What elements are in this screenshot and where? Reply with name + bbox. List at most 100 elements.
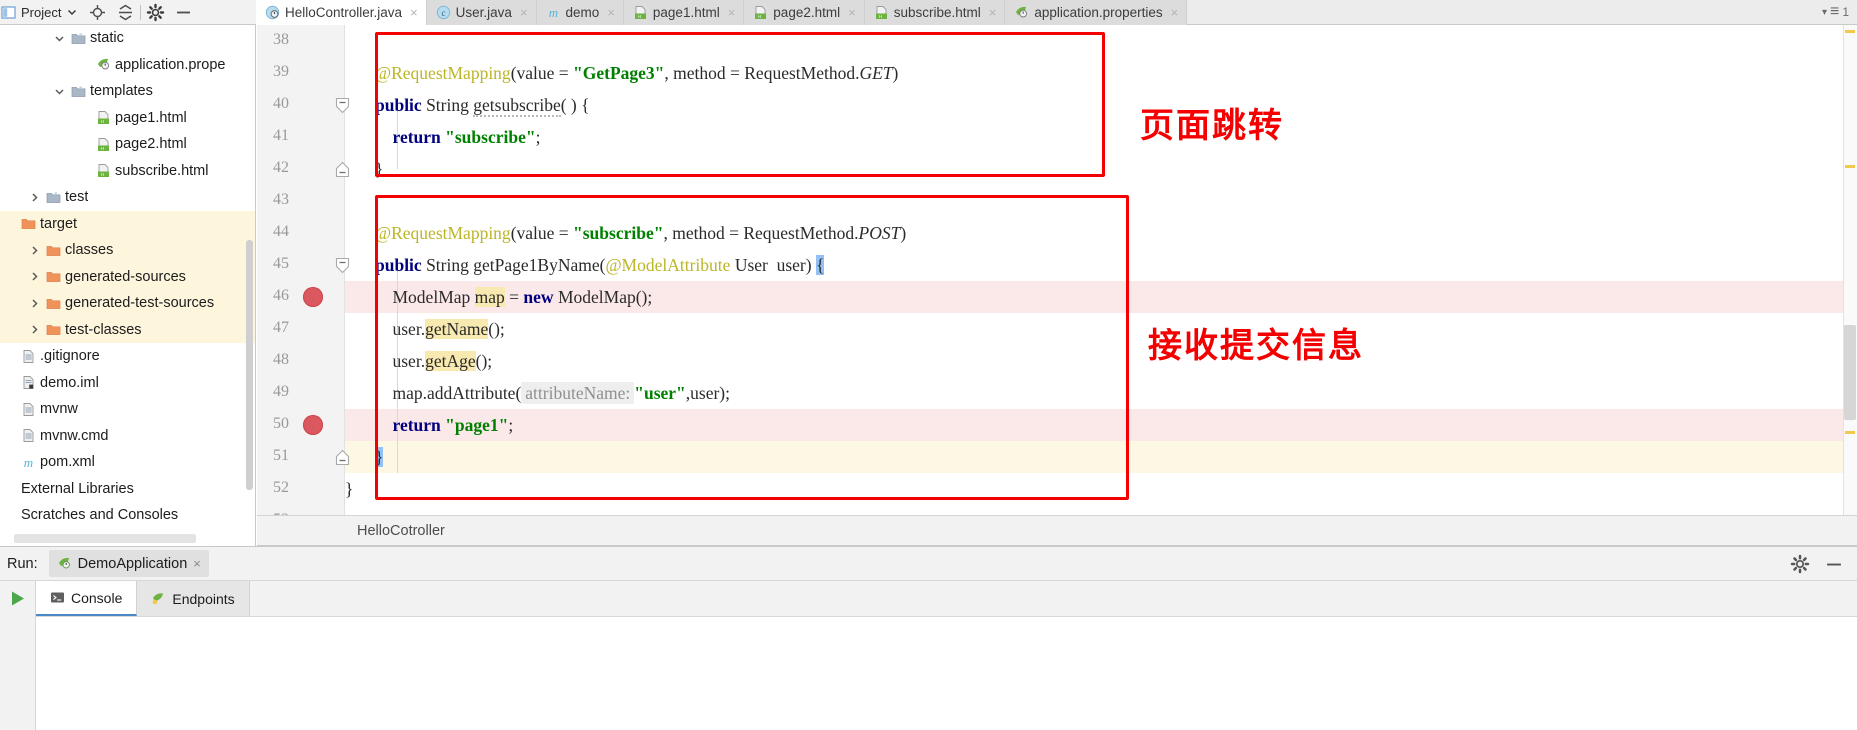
gutter-row-39[interactable]: 39 bbox=[257, 57, 345, 89]
line-number: 48 bbox=[273, 351, 289, 368]
code-line-49: map.addAttribute(attributeName: "user",us… bbox=[392, 382, 730, 404]
chevron-down-icon[interactable] bbox=[54, 33, 67, 44]
tree-horizontal-scrollbar[interactable] bbox=[14, 534, 196, 543]
close-icon[interactable]: × bbox=[410, 5, 418, 20]
editor-tab-application-properties[interactable]: application.properties × bbox=[1005, 0, 1188, 25]
tree-item-scratches-and-consoles[interactable]: Scratches and Consoles bbox=[0, 502, 255, 529]
editor-tab-user[interactable]: c User.java × bbox=[426, 0, 537, 25]
tree-item-demo-iml[interactable]: demo.iml bbox=[0, 370, 255, 397]
gutter-row-47[interactable]: 47 bbox=[257, 313, 345, 345]
chevron-down-icon[interactable] bbox=[54, 86, 67, 97]
run-tab-endpoints[interactable]: Endpoints bbox=[137, 581, 250, 616]
breakpoint-marker[interactable] bbox=[303, 415, 323, 435]
tree-item-mvnw-cmd[interactable]: mvnw.cmd bbox=[0, 423, 255, 450]
chevron-right-icon[interactable] bbox=[29, 324, 42, 335]
chevron-down-icon[interactable] bbox=[63, 4, 80, 21]
close-icon[interactable]: × bbox=[520, 5, 528, 20]
file-icon bbox=[21, 349, 36, 364]
gutter-row-49[interactable]: 49 bbox=[257, 377, 345, 409]
tree-item-test[interactable]: test bbox=[0, 184, 255, 211]
collapse-all-icon[interactable] bbox=[117, 4, 134, 21]
close-icon[interactable]: × bbox=[989, 5, 997, 20]
marker-thumb[interactable] bbox=[1844, 325, 1856, 420]
gutter-row-45[interactable]: 45 bbox=[257, 249, 350, 281]
tree-item-application-prope[interactable]: application.prope bbox=[0, 52, 255, 79]
tree-item-pom-xml[interactable]: m pom.xml bbox=[0, 449, 255, 476]
tree-item-page1-html[interactable]: Hpage1.html bbox=[0, 105, 255, 132]
gutter-row-48[interactable]: 48 bbox=[257, 345, 345, 377]
tree-item-generated-test-sources[interactable]: generated-test-sources bbox=[0, 290, 255, 317]
tree-item-page2-html[interactable]: Hpage2.html bbox=[0, 131, 255, 158]
editor-tab-page1[interactable]: H page1.html × bbox=[623, 0, 745, 25]
close-icon[interactable]: × bbox=[848, 5, 856, 20]
gutter-row-41[interactable]: 41 bbox=[257, 121, 345, 153]
run-tab-label: Endpoints bbox=[172, 590, 235, 607]
gutter-row-43[interactable]: 43 bbox=[257, 185, 345, 217]
tree-item-mvnw[interactable]: mvnw bbox=[0, 396, 255, 423]
project-view-icon[interactable] bbox=[0, 4, 17, 21]
project-toolbar-label[interactable]: Project bbox=[21, 5, 61, 20]
line-number: 40 bbox=[273, 95, 289, 112]
close-icon[interactable]: × bbox=[728, 5, 736, 20]
spring-controller-icon bbox=[265, 5, 280, 20]
settings-gear-icon[interactable] bbox=[147, 3, 165, 21]
editor-tab-label: page1.html bbox=[652, 5, 720, 20]
breadcrumb-label[interactable]: HelloCotroller bbox=[357, 523, 445, 539]
run-configuration-tab[interactable]: DemoApplication × bbox=[48, 550, 209, 577]
tree-item-subscribe-html[interactable]: Hsubscribe.html bbox=[0, 158, 255, 185]
code-editor[interactable]: 38 39 40 41 42 43 44 45 46 47 48 49 50 51 52 53 @Reques… bbox=[257, 25, 1857, 515]
run-header-tools bbox=[1790, 554, 1857, 573]
folder-orange-icon bbox=[46, 296, 61, 311]
gutter-row-50[interactable]: 50 bbox=[257, 409, 345, 441]
editor-tab-page2[interactable]: H page2.html × bbox=[744, 0, 865, 25]
line-number: 38 bbox=[273, 31, 289, 48]
tree-scrollbar[interactable] bbox=[246, 240, 253, 490]
gutter-row-53[interactable]: 53 bbox=[257, 505, 345, 515]
gutter-row-40[interactable]: 40 bbox=[257, 89, 350, 121]
tree-item-static[interactable]: static bbox=[0, 25, 255, 52]
gutter-row-44[interactable]: 44 bbox=[257, 217, 345, 249]
tab-list-icon[interactable]: ≡ bbox=[1830, 3, 1839, 21]
chevron-right-icon[interactable] bbox=[29, 245, 42, 256]
locate-icon[interactable] bbox=[89, 4, 106, 21]
project-tree[interactable]: static application.prope templates Hpage1.h… bbox=[0, 25, 256, 546]
gutter-row-46[interactable]: 46 bbox=[257, 281, 345, 313]
editor-tab-subscribe[interactable]: H subscribe.html × bbox=[864, 0, 1006, 25]
close-icon[interactable]: × bbox=[193, 556, 201, 571]
hide-panel-icon[interactable] bbox=[175, 4, 192, 21]
tree-item-external-libraries[interactable]: External Libraries bbox=[0, 476, 255, 503]
tree-item-generated-sources[interactable]: generated-sources bbox=[0, 263, 255, 290]
editor-tab-hellocontroller[interactable]: HelloController.java × bbox=[256, 0, 427, 25]
tree-item-gitignore[interactable]: .gitignore bbox=[0, 343, 255, 370]
close-icon[interactable]: × bbox=[1171, 5, 1179, 20]
run-tab-console[interactable]: Console bbox=[36, 581, 138, 616]
gutter-row-51[interactable]: 51 bbox=[257, 441, 350, 473]
line-number: 42 bbox=[273, 159, 289, 176]
ide-window: Project HelloController.java × c User.ja… bbox=[0, 0, 1857, 730]
editor-tab-label: User.java bbox=[455, 5, 512, 20]
chevron-right-icon[interactable] bbox=[29, 192, 42, 203]
chevron-down-icon[interactable]: ▾ bbox=[1822, 7, 1827, 18]
tree-item-templates[interactable]: templates bbox=[0, 78, 255, 105]
gutter-row-42[interactable]: 42 bbox=[257, 153, 350, 185]
gutter-row-38[interactable]: 38 bbox=[257, 25, 345, 57]
editor-gutter[interactable]: 38 39 40 41 42 43 44 45 46 47 48 49 50 51 52 53 bbox=[257, 25, 350, 515]
tree-item-test-classes[interactable]: test-classes bbox=[0, 316, 255, 343]
run-arrow-icon[interactable] bbox=[8, 589, 27, 730]
breakpoint-marker[interactable] bbox=[303, 287, 323, 307]
hide-panel-icon[interactable] bbox=[1825, 555, 1843, 573]
tree-item-target[interactable]: target bbox=[0, 210, 255, 237]
close-icon[interactable]: × bbox=[607, 5, 615, 20]
code-text-area[interactable]: @RequestMapping(value = "GetPage3", meth… bbox=[345, 25, 1857, 515]
chevron-right-icon[interactable] bbox=[29, 271, 42, 282]
editor-tab-demo[interactable]: m demo × bbox=[536, 0, 624, 25]
tree-item-classes[interactable]: classes bbox=[0, 237, 255, 264]
settings-gear-icon[interactable] bbox=[1790, 554, 1810, 573]
gutter-row-52[interactable]: 52 bbox=[257, 473, 345, 505]
breadcrumb[interactable]: HelloCotroller bbox=[257, 515, 1857, 546]
editor-marker-bar[interactable] bbox=[1843, 25, 1857, 515]
chevron-right-icon[interactable] bbox=[29, 298, 42, 309]
editor-tab-label: HelloController.java bbox=[285, 5, 403, 20]
console-output-pane[interactable] bbox=[36, 616, 1857, 730]
file-icon bbox=[21, 402, 36, 417]
